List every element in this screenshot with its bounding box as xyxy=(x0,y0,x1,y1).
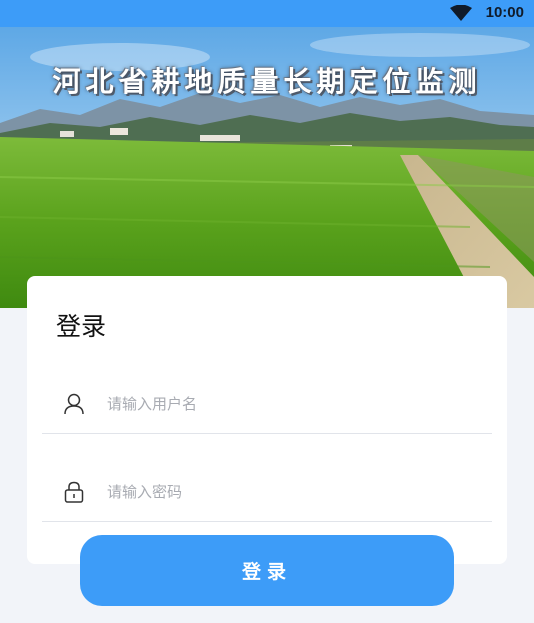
banner-title: 河北省耕地质量长期定位监测 xyxy=(52,65,482,98)
banner-image: 河北省耕地质量长期定位监测 xyxy=(0,27,534,308)
status-time: 10:00 xyxy=(485,4,524,21)
username-input[interactable] xyxy=(107,391,467,417)
login-card: 登录 xyxy=(27,276,507,564)
status-bar: 10:00 xyxy=(0,0,534,27)
lock-icon xyxy=(64,481,84,503)
wifi-icon xyxy=(450,5,472,21)
password-field xyxy=(42,465,492,522)
user-icon xyxy=(64,393,84,415)
login-button[interactable]: 登录 xyxy=(80,535,454,606)
login-title: 登录 xyxy=(56,312,107,341)
password-input[interactable] xyxy=(107,479,467,505)
username-field xyxy=(42,377,492,434)
